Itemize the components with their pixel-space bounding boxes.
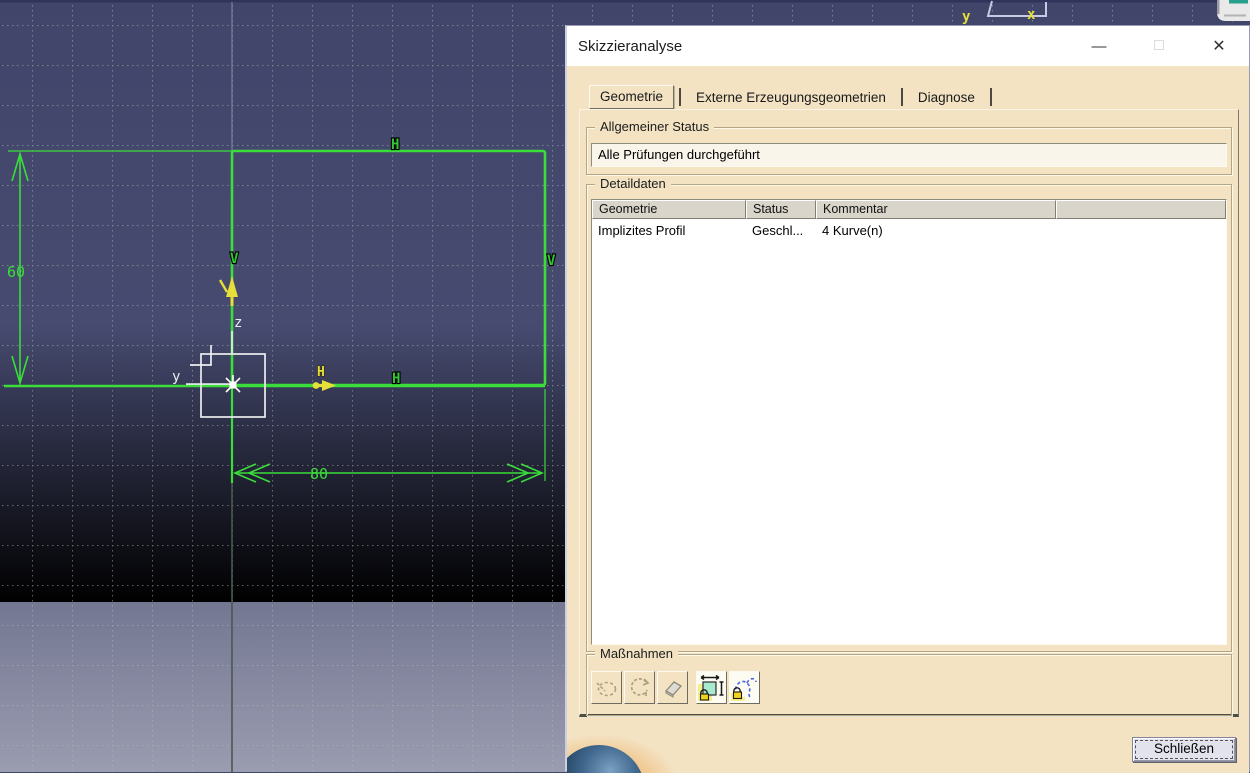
tab-page-geometrie: Allgemeiner Status Alle Prüfungen durchg…	[579, 109, 1239, 717]
hide-constraints-icon	[698, 674, 725, 701]
dialog-tabs: Geometrie Externe Erzeugungsgeometrien D…	[589, 86, 997, 109]
hide-construction-geometry-button[interactable]	[729, 671, 760, 704]
column-header-empty	[1056, 200, 1226, 219]
erase-geometry-button[interactable]	[657, 671, 688, 704]
detail-data-title: Detaildaten	[595, 176, 671, 192]
constraint-v-left[interactable]: V	[230, 251, 239, 267]
sketch-analysis-dialog: Skizzieranalyse — □ ✕ Geometrie Externe …	[565, 25, 1250, 772]
construction-element-icon	[594, 675, 620, 701]
table-row[interactable]: Implizites Profil Geschl... 4 Kurve(n)	[592, 219, 1226, 241]
hide-construction-geometry-icon	[731, 674, 758, 701]
canvas-top-edge	[0, 0, 1250, 3]
column-header-kommentar[interactable]: Kommentar	[816, 200, 1056, 219]
partial-toolbar-icon	[1217, 0, 1250, 21]
tab-geometrie[interactable]: Geometrie	[589, 85, 674, 109]
cell-geometrie: Implizites Profil	[592, 223, 746, 238]
detail-list-header: Geometrie Status Kommentar	[592, 200, 1226, 219]
dim-height-label[interactable]: 60	[7, 263, 25, 281]
cell-status: Geschl...	[746, 223, 816, 238]
maximize-button[interactable]: □	[1129, 26, 1189, 66]
construction-element-button[interactable]	[591, 671, 622, 704]
y-axis-label: y	[172, 369, 180, 385]
close-window-button[interactable]: ✕	[1189, 26, 1249, 66]
actions-toolbar	[591, 671, 762, 704]
general-status-group: Allgemeiner Status Alle Prüfungen durchg…	[586, 127, 1232, 175]
compass-x-label: x	[1027, 7, 1036, 23]
z-axis-label: z	[234, 315, 242, 331]
minimize-button[interactable]: —	[1069, 26, 1129, 66]
schliessen-button-label: Schließen	[1135, 740, 1233, 759]
tab-diagnose[interactable]: Diagnose	[908, 87, 985, 109]
dialog-title: Skizzieranalyse	[567, 38, 1069, 55]
detail-list[interactable]: Geometrie Status Kommentar Implizites Pr…	[591, 199, 1227, 645]
hide-constraints-button[interactable]	[696, 671, 727, 704]
detail-data-group: Detaildaten Geometrie Status Kommentar I…	[586, 184, 1232, 652]
general-status-title: Allgemeiner Status	[595, 119, 714, 135]
tab-externe-erzeugungsgeometrien[interactable]: Externe Erzeugungsgeometrien	[686, 87, 896, 109]
dialog-footer: Schließen	[567, 717, 1249, 773]
cell-kommentar: 4 Kurve(n)	[816, 223, 1056, 238]
tab-separator	[990, 88, 992, 106]
close-profile-icon	[627, 675, 653, 701]
constraint-h-bottom[interactable]: H	[392, 371, 400, 387]
tab-separator	[679, 88, 681, 106]
column-header-geometrie[interactable]: Geometrie	[592, 200, 746, 219]
compass-y-label: y	[962, 9, 971, 25]
close-profile-button[interactable]	[624, 671, 655, 704]
general-status-field: Alle Prüfungen durchgeführt	[591, 143, 1227, 167]
column-header-status[interactable]: Status	[746, 200, 816, 219]
eraser-icon	[660, 675, 686, 701]
h-axis-label: H	[317, 365, 325, 380]
tab-separator	[901, 88, 903, 106]
dim-width-label[interactable]: 80	[310, 465, 328, 483]
constraint-h-top[interactable]: H	[391, 137, 399, 153]
actions-title: Maßnahmen	[595, 646, 678, 662]
actions-group: Maßnahmen	[586, 654, 1232, 716]
schliessen-button[interactable]: Schließen	[1132, 737, 1236, 762]
dialog-titlebar[interactable]: Skizzieranalyse — □ ✕	[567, 26, 1249, 66]
constraint-v-right[interactable]: V	[547, 253, 556, 269]
